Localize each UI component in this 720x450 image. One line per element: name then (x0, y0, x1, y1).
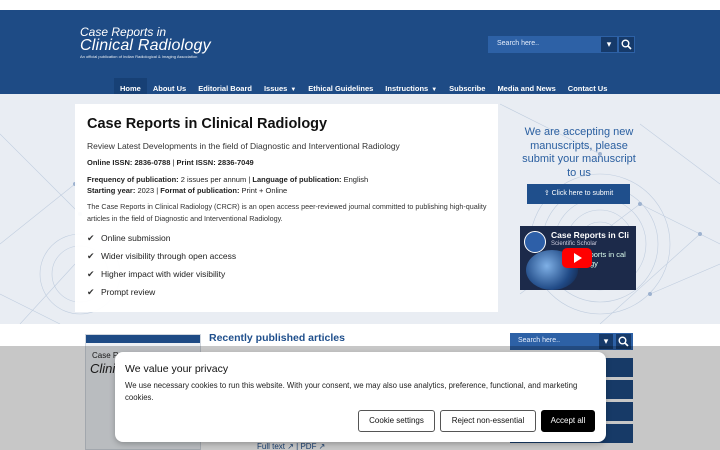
language-value: English (343, 175, 369, 184)
search-input[interactable]: Search here.. (497, 40, 539, 47)
nav-label: Instructions (385, 84, 429, 93)
issn-online-value: 2836-0788 (134, 158, 171, 167)
cookie-consent-dialog: We value your privacy We use necessary c… (115, 352, 606, 442)
format-value: Print + Online (241, 186, 288, 195)
submit-manuscript-button[interactable]: ⇪ Click here to submit (527, 184, 630, 204)
video-title: Case Reports in Cli (551, 230, 629, 240)
cookie-title: We value your privacy (125, 363, 229, 375)
separator: | (172, 158, 175, 167)
reject-non-essential-button[interactable]: Reject non-essential (440, 410, 536, 432)
frequency-label: Frequency of publication: (87, 175, 179, 184)
nav-label: Ethical Guidelines (308, 84, 374, 93)
feature-text: Prompt review (101, 287, 156, 297)
format-label: Format of publication: (160, 186, 240, 195)
start-label: Starting year: (87, 186, 136, 195)
recent-articles-heading: Recently published articles (209, 332, 345, 344)
issn-online-label: Online ISSN: (87, 158, 133, 167)
accept-all-button[interactable]: Accept all (541, 410, 595, 432)
video-player[interactable]: Case Reports in Cli Scientific Scholar R… (520, 226, 636, 290)
issn-print-label: Print ISSN: (176, 158, 216, 167)
cookie-settings-button[interactable]: Cookie settings (358, 410, 435, 432)
nav-label: Issues (263, 84, 288, 93)
frequency-row: Frequency of publication: 2 issues per a… (87, 175, 368, 184)
top-strip (0, 0, 720, 10)
nav-label: Subscribe (449, 84, 486, 93)
cookie-text: We use necessary cookies to run this web… (125, 381, 578, 402)
issn-print-value: 2836-7049 (217, 158, 254, 167)
feature-text: Higher impact with wider visibility (101, 269, 226, 279)
feature-item: ✔ Higher impact with wider visibility (87, 269, 225, 280)
nav-label: Media and News (497, 84, 556, 93)
channel-avatar (524, 231, 546, 253)
frequency-value: 2 issues per annum (180, 175, 247, 184)
caret-down-icon: ▼ (290, 87, 297, 93)
video-channel: Scientific Scholar (551, 241, 598, 247)
language-label: Language of publication: (252, 175, 342, 184)
hero-info-card: Case Reports in Clinical Radiology Revie… (75, 104, 498, 312)
feature-item: ✔ Wider visibility through open access (87, 251, 236, 262)
nav-label: About Us (152, 84, 187, 93)
separator: | (156, 186, 159, 195)
nav-label: Contact Us (567, 84, 608, 93)
sidebar-search-input[interactable]: Search here.. (518, 337, 560, 344)
journal-subtitle: Review Latest Developments in the field … (87, 141, 400, 151)
start-value: 2023 (137, 186, 155, 195)
caret-down-icon: ▼ (431, 87, 438, 93)
journal-description: The Case Reports in Clinical Radiology (… (87, 202, 487, 223)
feature-item: ✔ Prompt review (87, 287, 155, 298)
search-icon[interactable] (619, 37, 634, 52)
journal-title: Case Reports in Clinical Radiology (87, 116, 328, 132)
checkmark-icon: ✔ (87, 269, 95, 279)
feature-item: ✔ Online submission (87, 233, 170, 244)
logo-tagline: An official publication of Indian Radiol… (80, 54, 198, 59)
issn-row: Online ISSN: 2836-0788 | Print ISSN: 283… (87, 158, 254, 167)
upload-icon: ⇪ (543, 190, 550, 197)
logo-line2: Clinical Radiology (80, 37, 211, 54)
start-row: Starting year: 2023 | Format of publicat… (87, 186, 287, 195)
site-logo[interactable]: Case Reports in Clinical Radiology An of… (80, 26, 211, 60)
checkmark-icon: ✔ (87, 233, 95, 243)
checkmark-icon: ✔ (87, 251, 95, 261)
header-search-box[interactable]: Search here.. ▾ (488, 36, 635, 53)
chevron-down-icon[interactable]: ▾ (601, 37, 617, 52)
feature-text: Wider visibility through open access (101, 251, 237, 261)
separator: | (248, 175, 251, 184)
play-button-icon[interactable] (562, 248, 592, 268)
submit-label: Click here to submit (551, 190, 614, 197)
site-header: Case Reports in Clinical Radiology An of… (0, 10, 720, 100)
nav-label: Home (120, 84, 141, 93)
nav-label: Editorial Board (198, 84, 252, 93)
accepting-manuscripts-text: We are accepting new manuscripts, please… (522, 126, 636, 179)
checkmark-icon: ✔ (87, 287, 95, 297)
cover-band (86, 335, 200, 343)
feature-text: Online submission (101, 233, 171, 243)
